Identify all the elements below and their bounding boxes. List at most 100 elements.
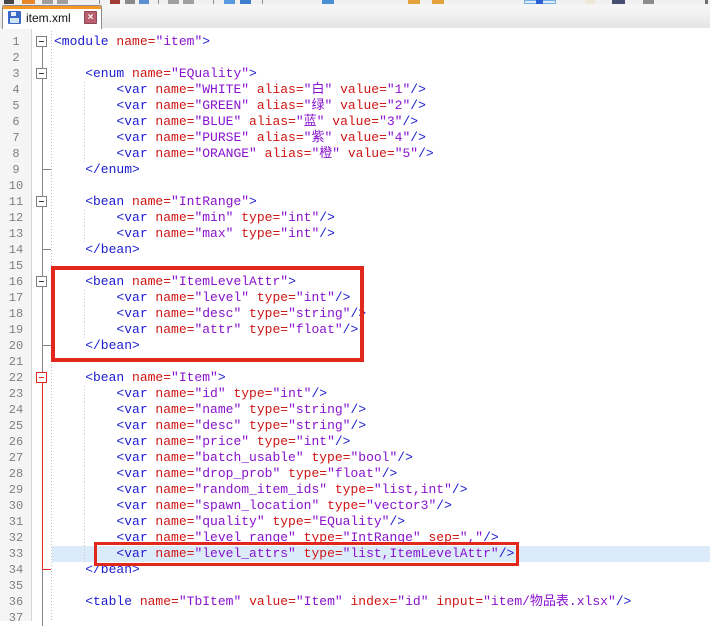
line-number[interactable]: 22 (0, 370, 32, 386)
line-number[interactable]: 26 (0, 434, 32, 450)
code-line: 18 <var name="desc" type="string"/> (0, 306, 710, 322)
code-text[interactable]: <var name="WHITE" alias="白" value="1"/> (52, 82, 710, 98)
line-number[interactable]: 4 (0, 82, 32, 98)
fold-margin (32, 562, 52, 578)
code-text[interactable]: <var name="max" type="int"/> (52, 226, 710, 242)
toolbar-icon-fragment (432, 0, 444, 4)
code-text[interactable]: <table name="TbItem" value="Item" index=… (52, 594, 710, 610)
code-text[interactable]: <var name="ORANGE" alias="橙" value="5"/> (52, 146, 710, 162)
fold-margin (32, 242, 52, 258)
line-number[interactable]: 6 (0, 114, 32, 130)
line-number[interactable]: 19 (0, 322, 32, 338)
code-text[interactable]: </bean> (52, 242, 710, 258)
line-number[interactable]: 37 (0, 610, 32, 626)
line-number[interactable]: 21 (0, 354, 32, 370)
code-line: 35 (0, 578, 710, 594)
code-text[interactable]: </bean> (52, 338, 710, 354)
code-text[interactable]: <bean name="Item"> (52, 370, 710, 386)
code-text[interactable] (52, 610, 710, 626)
code-text[interactable]: <var name="desc" type="string"/> (52, 306, 710, 322)
code-text[interactable]: <var name="drop_prob" type="float"/> (52, 466, 710, 482)
line-number[interactable]: 9 (0, 162, 32, 178)
code-text[interactable]: <var name="price" type="int"/> (52, 434, 710, 450)
line-number[interactable]: 1 (0, 34, 32, 50)
fold-margin (32, 258, 52, 274)
fold-collapse-icon[interactable] (36, 372, 47, 383)
line-number[interactable]: 27 (0, 450, 32, 466)
toolbar-icon-fragment (262, 0, 263, 4)
line-number[interactable]: 14 (0, 242, 32, 258)
line-number[interactable]: 31 (0, 514, 32, 530)
fold-margin (32, 594, 52, 610)
line-number[interactable]: 34 (0, 562, 32, 578)
code-text[interactable] (52, 258, 710, 274)
line-number[interactable]: 35 (0, 578, 32, 594)
line-number[interactable]: 28 (0, 466, 32, 482)
code-text[interactable]: <var name="quality" type="EQuality"/> (52, 514, 710, 530)
line-number[interactable]: 13 (0, 226, 32, 242)
fold-margin (32, 290, 52, 306)
code-text[interactable]: <bean name="ItemLevelAttr"> (52, 274, 710, 290)
toolbar-icon-fragment (536, 0, 543, 4)
line-number[interactable]: 8 (0, 146, 32, 162)
code-text[interactable]: <var name="name" type="string"/> (52, 402, 710, 418)
line-number[interactable]: 23 (0, 386, 32, 402)
code-text[interactable]: <var name="desc" type="string"/> (52, 418, 710, 434)
line-number[interactable]: 16 (0, 274, 32, 290)
code-text[interactable]: <var name="PURSE" alias="紫" value="4"/> (52, 130, 710, 146)
code-text[interactable]: <var name="random_item_ids" type="list,i… (52, 482, 710, 498)
code-text[interactable]: <var name="batch_usable" type="bool"/> (52, 450, 710, 466)
line-number[interactable]: 17 (0, 290, 32, 306)
code-line: 9 </enum> (0, 162, 710, 178)
line-number[interactable]: 18 (0, 306, 32, 322)
code-editor[interactable]: 1 <module name="item"> 23 <enum name="EQua… (0, 28, 710, 621)
line-number[interactable]: 5 (0, 98, 32, 114)
line-number[interactable]: 10 (0, 178, 32, 194)
code-text[interactable] (52, 178, 710, 194)
code-text[interactable]: <var name="attr" type="float"/> (52, 322, 710, 338)
code-text[interactable]: <var name="BLUE" alias="蓝" value="3"/> (52, 114, 710, 130)
code-text[interactable] (52, 354, 710, 370)
code-text[interactable]: <var name="GREEN" alias="绿" value="2"/> (52, 98, 710, 114)
code-text[interactable]: </enum> (52, 162, 710, 178)
close-icon[interactable]: × (84, 11, 97, 24)
toolbar-icon-fragment (168, 0, 179, 4)
code-text[interactable]: </bean> (52, 562, 710, 578)
code-text[interactable]: <enum name="EQuality"> (52, 66, 710, 82)
code-text[interactable]: <var name="level_range" type="IntRange" … (52, 530, 710, 546)
code-text[interactable]: <var name="level" type="int"/> (52, 290, 710, 306)
line-number[interactable]: 33 (0, 546, 32, 562)
code-line: 31 <var name="quality" type="EQuality"/> (0, 514, 710, 530)
line-number[interactable]: 3 (0, 66, 32, 82)
line-number[interactable]: 25 (0, 418, 32, 434)
fold-collapse-icon[interactable] (36, 196, 47, 207)
code-text[interactable]: <var name="id" type="int"/> (52, 386, 710, 402)
tab-title: item.xml (26, 11, 82, 25)
tab-item-xml[interactable]: item.xml × (2, 5, 102, 29)
fold-collapse-icon[interactable] (36, 276, 47, 287)
code-text[interactable] (52, 578, 710, 594)
fold-end-icon (42, 569, 51, 570)
line-number[interactable]: 11 (0, 194, 32, 210)
line-number[interactable]: 24 (0, 402, 32, 418)
line-number[interactable]: 36 (0, 594, 32, 610)
line-number[interactable]: 20 (0, 338, 32, 354)
fold-collapse-icon[interactable] (36, 36, 47, 47)
fold-collapse-icon[interactable] (36, 68, 47, 79)
line-number[interactable]: 30 (0, 498, 32, 514)
line-number[interactable]: 15 (0, 258, 32, 274)
code-text[interactable]: <var name="spawn_location" type="vector3… (52, 498, 710, 514)
code-line: 24 <var name="name" type="string"/> (0, 402, 710, 418)
code-line: 29 <var name="random_item_ids" type="lis… (0, 482, 710, 498)
line-number[interactable]: 32 (0, 530, 32, 546)
line-number[interactable]: 12 (0, 210, 32, 226)
code-text[interactable]: <module name="item"> (52, 34, 710, 50)
code-text[interactable]: <var name="min" type="int"/> (52, 210, 710, 226)
line-number[interactable]: 7 (0, 130, 32, 146)
line-number[interactable]: 2 (0, 50, 32, 66)
code-text[interactable]: <bean name="IntRange"> (52, 194, 710, 210)
code-line: 5 <var name="GREEN" alias="绿" value="2"/… (0, 98, 710, 114)
code-text[interactable] (52, 50, 710, 66)
code-text-current-line[interactable]: <var name="level_attrs" type="list,ItemL… (52, 546, 710, 562)
line-number[interactable]: 29 (0, 482, 32, 498)
